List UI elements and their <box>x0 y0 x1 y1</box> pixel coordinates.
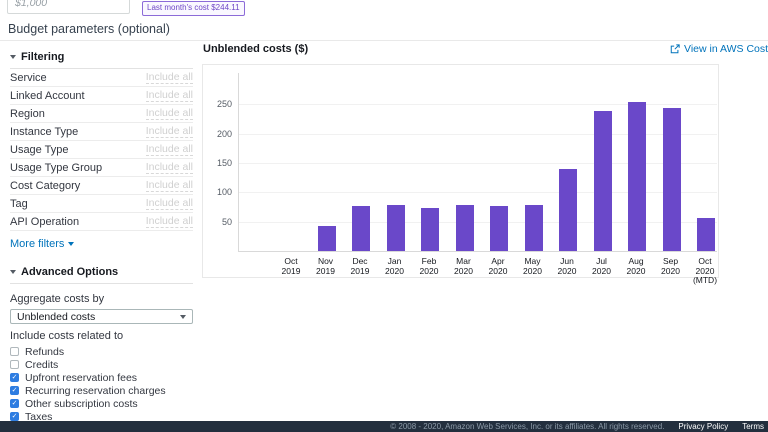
bar-feb-2020[interactable] <box>421 208 439 251</box>
filter-row-api-operation[interactable]: API Operation Include all <box>10 213 193 231</box>
bar-jun-2020[interactable] <box>559 169 577 251</box>
filter-row-service[interactable]: Service Include all <box>10 69 193 87</box>
filtering-section-header[interactable]: Filtering <box>10 48 193 69</box>
filter-include-all-value[interactable]: Include all <box>146 125 193 138</box>
checkbox-unchecked[interactable] <box>10 360 19 369</box>
page-title: Budget parameters (optional) <box>8 22 170 36</box>
filter-sidebar: Filtering ServiceInclude allLinked Accou… <box>10 48 193 432</box>
checkbox-checked[interactable]: ✓ <box>10 412 19 421</box>
filter-include-all-value[interactable]: Include all <box>146 161 193 174</box>
last-month-cost-badge: Last month's cost $244.11 <box>142 1 245 16</box>
filter-name: Tag <box>10 198 28 210</box>
y-axis-tick: 150 <box>206 158 232 168</box>
filter-name: Service <box>10 72 47 84</box>
checkbox-row-credits[interactable]: Credits <box>10 358 193 371</box>
x-axis-tick: Oct2020(MTD) <box>684 257 726 286</box>
filter-include-all-value[interactable]: Include all <box>146 71 193 84</box>
checkbox-label: Other subscription costs <box>25 398 138 410</box>
y-axis-tick: 50 <box>206 217 232 227</box>
checkmark-icon: ✓ <box>12 387 18 394</box>
checkbox-label: Recurring reservation charges <box>25 385 166 397</box>
bar-oct-2020-mtd[interactable] <box>697 218 715 251</box>
filter-name: Usage Type <box>10 144 69 156</box>
checkmark-icon: ✓ <box>12 374 18 381</box>
chevron-down-icon <box>68 242 74 246</box>
filter-include-all-value[interactable]: Include all <box>146 107 193 120</box>
filter-name: Instance Type <box>10 126 78 138</box>
chevron-down-icon <box>10 270 16 274</box>
include-costs-checkbox-list: RefundsCredits✓Upfront reservation fees✓… <box>10 345 193 432</box>
bar-mar-2020[interactable] <box>456 205 474 251</box>
more-filters-link[interactable]: More filters <box>10 238 193 250</box>
aggregate-costs-value: Unblended costs <box>17 311 95 323</box>
footer-link-terms[interactable]: Terms <box>742 422 764 431</box>
more-filters-label: More filters <box>10 238 64 250</box>
unblended-costs-chart: 50100150200250Oct2019Nov2019Dec2019Jan20… <box>202 64 719 278</box>
budget-amount-input[interactable] <box>7 0 130 14</box>
y-axis-tick: 100 <box>206 187 232 197</box>
filter-row-linked-account[interactable]: Linked Account Include all <box>10 87 193 105</box>
checkbox-row-refunds[interactable]: Refunds <box>10 345 193 358</box>
filter-row-instance-type[interactable]: Instance Type Include all <box>10 123 193 141</box>
include-costs-label: Include costs related to <box>10 330 193 342</box>
filter-row-tag[interactable]: Tag Include all <box>10 195 193 213</box>
checkbox-label: Refunds <box>25 346 64 358</box>
bar-may-2020[interactable] <box>525 205 543 251</box>
filtering-header-label: Filtering <box>21 51 64 63</box>
filter-name: Usage Type Group <box>10 162 102 174</box>
view-in-cost-explorer-link[interactable]: View in AWS Cost Explorer <box>670 43 768 55</box>
checkbox-unchecked[interactable] <box>10 347 19 356</box>
checkbox-row-recurring-reservation-charges[interactable]: ✓ Recurring reservation charges <box>10 384 193 397</box>
filter-include-all-value[interactable]: Include all <box>146 89 193 102</box>
checkmark-icon: ✓ <box>12 400 18 407</box>
copyright-text: © 2008 - 2020, Amazon Web Services, Inc.… <box>390 422 664 431</box>
bar-aug-2020[interactable] <box>628 102 646 251</box>
filter-row-region[interactable]: Region Include all <box>10 105 193 123</box>
filter-name: Region <box>10 108 45 120</box>
chart-plot-area <box>238 73 717 252</box>
footer-link-privacy-policy[interactable]: Privacy Policy <box>678 422 728 431</box>
chevron-down-icon <box>10 55 16 59</box>
y-axis-tick: 200 <box>206 129 232 139</box>
footer-bar: © 2008 - 2020, Amazon Web Services, Inc.… <box>0 421 768 432</box>
view-in-cost-explorer-label: View in AWS Cost Explorer <box>684 43 768 55</box>
filter-include-all-value[interactable]: Include all <box>146 143 193 156</box>
filter-row-list: Service Include all Linked Account Include … <box>10 69 193 231</box>
bar-jan-2020[interactable] <box>387 205 405 251</box>
x-axis-tick-line: (MTD) <box>684 276 726 286</box>
advanced-options-header[interactable]: Advanced Options <box>10 263 193 284</box>
checkbox-label: Upfront reservation fees <box>25 372 137 384</box>
bar-jul-2020[interactable] <box>594 111 612 251</box>
checkbox-checked[interactable]: ✓ <box>10 386 19 395</box>
checkmark-icon: ✓ <box>12 413 18 420</box>
checkbox-row-upfront-reservation-fees[interactable]: ✓ Upfront reservation fees <box>10 371 193 384</box>
checkbox-checked[interactable]: ✓ <box>10 399 19 408</box>
filter-name: Linked Account <box>10 90 85 102</box>
bar-dec-2019[interactable] <box>352 206 370 251</box>
chevron-down-icon <box>180 315 186 319</box>
y-axis-tick: 250 <box>206 99 232 109</box>
divider <box>0 40 768 41</box>
aws-budgets-page: Last month's cost $244.11 Budget paramet… <box>0 0 768 432</box>
external-link-icon <box>670 44 680 54</box>
checkbox-checked[interactable]: ✓ <box>10 373 19 382</box>
bar-nov-2019[interactable] <box>318 226 336 251</box>
chart-title: Unblended costs ($) <box>203 43 308 55</box>
checkbox-row-other-subscription-costs[interactable]: ✓ Other subscription costs <box>10 397 193 410</box>
filter-row-usage-type[interactable]: Usage Type Include all <box>10 141 193 159</box>
aggregate-costs-select[interactable]: Unblended costs <box>10 309 193 324</box>
bar-apr-2020[interactable] <box>490 206 508 251</box>
filter-name: API Operation <box>10 216 79 228</box>
bar-sep-2020[interactable] <box>663 108 681 251</box>
advanced-options-label: Advanced Options <box>21 266 118 278</box>
filter-include-all-value[interactable]: Include all <box>146 179 193 192</box>
aggregate-costs-label: Aggregate costs by <box>10 293 193 305</box>
filter-include-all-value[interactable]: Include all <box>146 215 193 228</box>
filter-row-usage-type-group[interactable]: Usage Type Group Include all <box>10 159 193 177</box>
filter-include-all-value[interactable]: Include all <box>146 197 193 210</box>
checkbox-label: Credits <box>25 359 58 371</box>
filter-row-cost-category[interactable]: Cost Category Include all <box>10 177 193 195</box>
filter-name: Cost Category <box>10 180 80 192</box>
